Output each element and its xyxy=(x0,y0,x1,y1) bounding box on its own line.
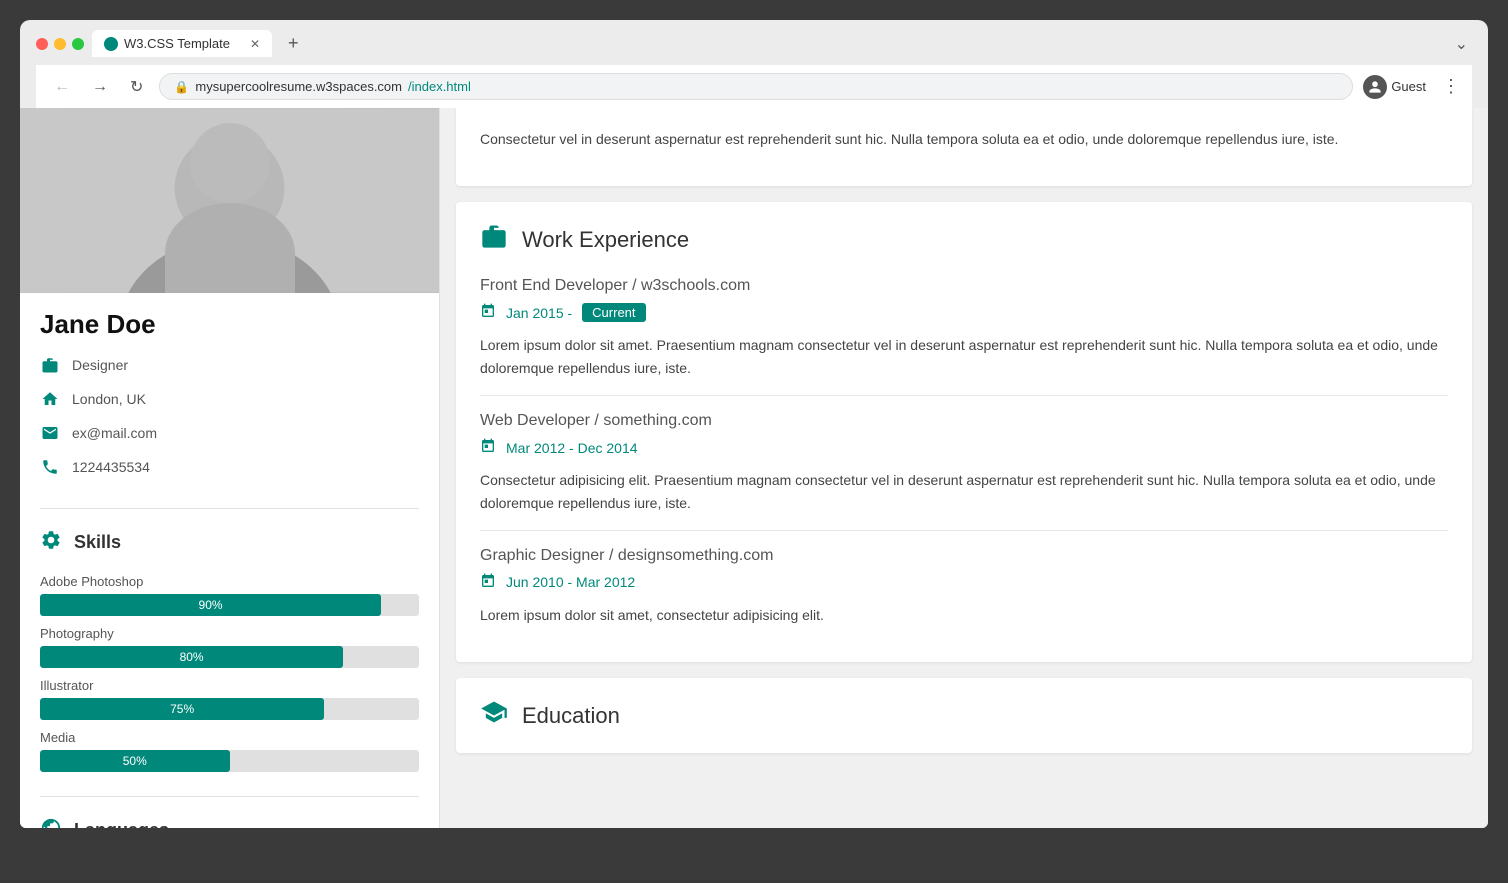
job-title-item: Designer xyxy=(40,348,419,382)
skill-fill-1: 80% xyxy=(40,646,343,668)
guest-label: Guest xyxy=(1391,79,1426,94)
divider-1 xyxy=(40,508,419,509)
email-text: ex@mail.com xyxy=(72,425,157,441)
guest-account-button[interactable]: Guest xyxy=(1363,75,1426,99)
skill-bar-2: 75% xyxy=(40,698,419,720)
main-content[interactable]: Consectetur vel in deserunt aspernatur e… xyxy=(440,108,1488,828)
job-date-range-1: Mar 2012 - Dec 2014 xyxy=(506,440,638,456)
skill-name-2: Illustrator xyxy=(40,678,419,693)
browser-chrome: W3.CSS Template ✕ + ⌄ ← → ↻ 🔒 mysupercoo… xyxy=(20,20,1488,108)
skill-label-3: 50% xyxy=(123,754,147,768)
skills-title: Skills xyxy=(74,532,121,553)
job-dates-1: Mar 2012 - Dec 2014 xyxy=(480,438,1448,457)
address-path: /index.html xyxy=(408,79,471,94)
tab-close-button[interactable]: ✕ xyxy=(250,37,260,51)
email-item: ex@mail.com xyxy=(40,416,419,450)
tab-favicon xyxy=(104,37,118,51)
browser-body: Jane Doe Designer London, UK xyxy=(20,108,1488,828)
skill-fill-2: 75% xyxy=(40,698,324,720)
work-icon xyxy=(480,222,508,257)
profile-photo xyxy=(20,108,439,293)
job-title-2: Graphic Designer / designsomething.com xyxy=(480,547,1448,565)
skill-fill-0: 90% xyxy=(40,594,381,616)
forward-button[interactable]: → xyxy=(86,76,114,98)
lock-icon: 🔒 xyxy=(174,80,189,94)
calendar-icon-0 xyxy=(480,303,496,322)
job-date-range-2: Jun 2010 - Mar 2012 xyxy=(506,574,635,590)
phone-text: 1224435534 xyxy=(72,459,150,475)
skill-fill-3: 50% xyxy=(40,750,230,772)
chevron-down-icon[interactable]: ⌄ xyxy=(1455,34,1468,54)
maximize-dot[interactable] xyxy=(72,38,84,50)
work-experience-card: Work Experience Front End Developer / w3… xyxy=(456,202,1472,662)
location-item: London, UK xyxy=(40,382,419,416)
globe-icon xyxy=(40,817,62,828)
skills-list: Adobe Photoshop 90% Photography 80% Illu… xyxy=(20,574,439,788)
job-description-1: Consectetur adipisicing elit. Praesentiu… xyxy=(480,469,1448,514)
job-description-0: Lorem ipsum dolor sit amet. Praesentium … xyxy=(480,334,1448,379)
skill-label-2: 75% xyxy=(170,702,194,716)
work-experience-title: Work Experience xyxy=(480,222,1448,257)
close-dot[interactable] xyxy=(36,38,48,50)
job-entry-2: Graphic Designer / designsomething.com J… xyxy=(480,547,1448,626)
browser-toolbar: ← → ↻ 🔒 mysupercoolresume.w3spaces.com/i… xyxy=(36,65,1472,108)
job-dates-0: Jan 2015 - Current xyxy=(480,303,1448,322)
skill-bar-3: 50% xyxy=(40,750,419,772)
browser-tab[interactable]: W3.CSS Template ✕ xyxy=(92,30,272,57)
back-button[interactable]: ← xyxy=(48,76,76,98)
avatar xyxy=(1363,75,1387,99)
envelope-icon xyxy=(40,423,60,443)
cog-icon xyxy=(40,529,62,556)
work-experience-label: Work Experience xyxy=(522,227,689,253)
phone-icon xyxy=(40,457,60,477)
reload-button[interactable]: ↻ xyxy=(124,75,149,99)
browser-dots xyxy=(36,38,84,50)
job-description-2: Lorem ipsum dolor sit amet, consectetur … xyxy=(480,604,1448,626)
profile-name: Jane Doe xyxy=(20,293,439,344)
skill-name-0: Adobe Photoshop xyxy=(40,574,419,589)
job-entry-0: Front End Developer / w3schools.com Jan … xyxy=(480,277,1448,379)
sidebar: Jane Doe Designer London, UK xyxy=(20,108,440,828)
education-section-title: Education xyxy=(480,698,1448,733)
languages-section-title: Languages xyxy=(20,805,439,828)
browser-titlebar: W3.CSS Template ✕ + ⌄ xyxy=(36,30,1472,57)
more-options-icon[interactable]: ⋮ xyxy=(1442,76,1460,97)
home-icon xyxy=(40,389,60,409)
skill-label-0: 90% xyxy=(199,598,223,612)
skills-section-title: Skills xyxy=(20,517,439,564)
briefcase-icon xyxy=(40,355,60,375)
divider-2 xyxy=(40,796,419,797)
tab-title: W3.CSS Template xyxy=(124,36,230,51)
minimize-dot[interactable] xyxy=(54,38,66,50)
new-tab-button[interactable]: + xyxy=(288,33,299,54)
skill-label-1: 80% xyxy=(180,650,204,664)
skill-bar-0: 90% xyxy=(40,594,419,616)
top-partial-card: Consectetur vel in deserunt aspernatur e… xyxy=(456,108,1472,186)
phone-item: 1224435534 xyxy=(40,450,419,484)
current-badge-0: Current xyxy=(582,303,645,322)
education-icon xyxy=(480,698,508,733)
job-date-start-0: Jan 2015 - xyxy=(506,305,572,321)
separator-1 xyxy=(480,530,1448,531)
languages-title: Languages xyxy=(74,820,169,828)
skill-name-3: Media xyxy=(40,730,419,745)
education-card: Education xyxy=(456,678,1472,753)
skill-bar-1: 80% xyxy=(40,646,419,668)
sidebar-info: Designer London, UK ex@mail.com xyxy=(20,344,439,500)
separator-0 xyxy=(480,395,1448,396)
address-base: mysupercoolresume.w3spaces.com xyxy=(195,79,402,94)
education-label: Education xyxy=(522,703,620,729)
calendar-icon-1 xyxy=(480,438,496,457)
address-bar[interactable]: 🔒 mysupercoolresume.w3spaces.com/index.h… xyxy=(159,73,1353,100)
job-title-0: Front End Developer / w3schools.com xyxy=(480,277,1448,295)
job-entry-1: Web Developer / something.com Mar 2012 -… xyxy=(480,412,1448,514)
calendar-icon-2 xyxy=(480,573,496,592)
top-partial-text: Consectetur vel in deserunt aspernatur e… xyxy=(480,128,1448,150)
job-title-text: Designer xyxy=(72,357,128,373)
location-text: London, UK xyxy=(72,391,146,407)
job-dates-2: Jun 2010 - Mar 2012 xyxy=(480,573,1448,592)
skill-name-1: Photography xyxy=(40,626,419,641)
job-title-1: Web Developer / something.com xyxy=(480,412,1448,430)
